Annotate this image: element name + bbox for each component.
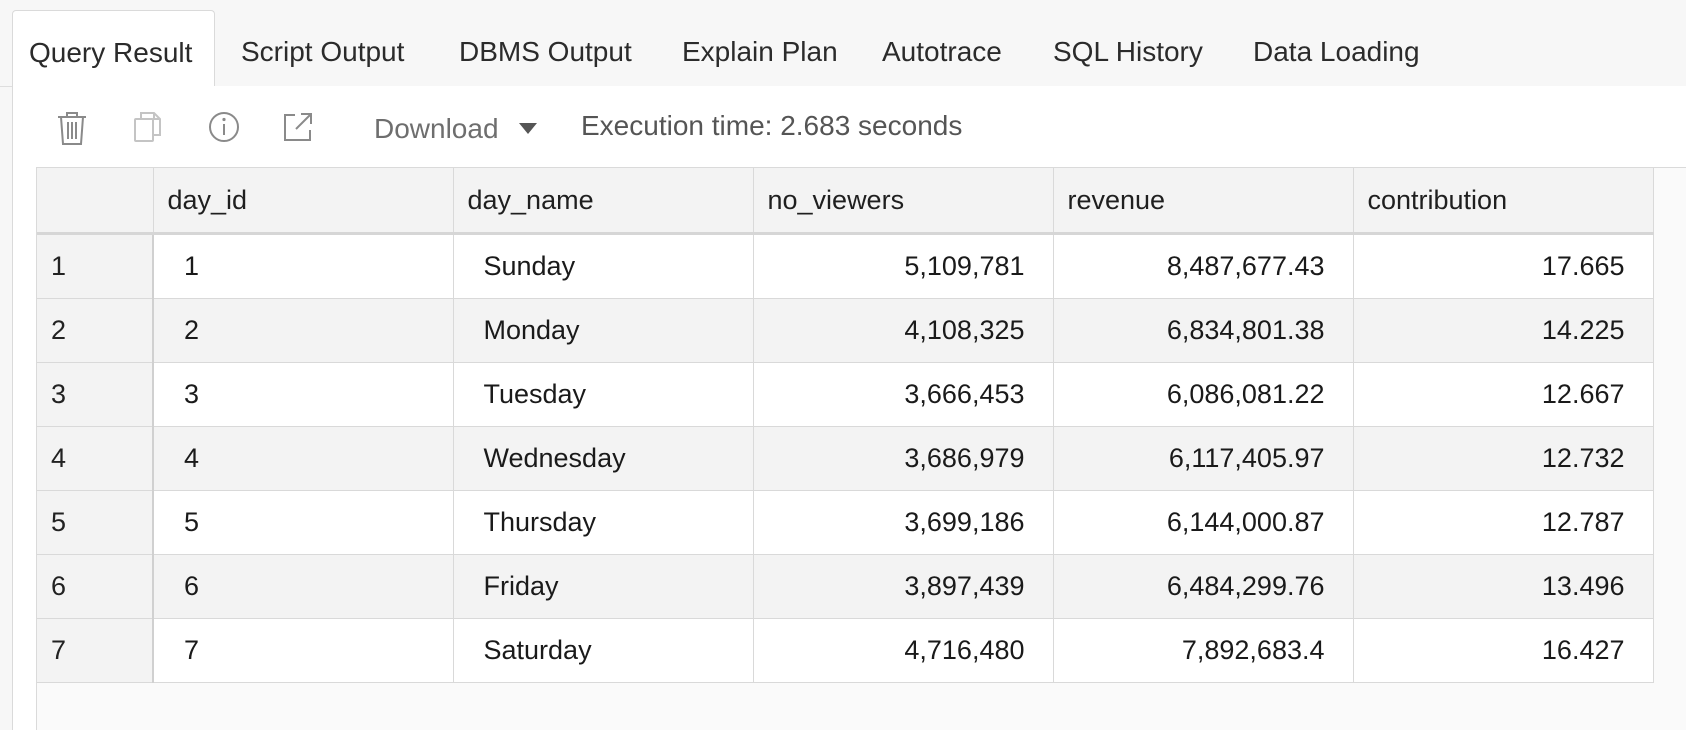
row-number-header	[37, 168, 154, 235]
column-header-day-id[interactable]: day_id	[153, 168, 454, 235]
cell-contribution[interactable]: 16.427	[1353, 618, 1654, 683]
column-header-no-viewers[interactable]: no_viewers	[753, 168, 1054, 235]
column-header-contribution[interactable]: contribution	[1353, 168, 1654, 235]
cell-day-name[interactable]: Friday	[453, 554, 754, 619]
row-number: 2	[37, 298, 154, 363]
cell-day-name[interactable]: Wednesday	[453, 426, 754, 491]
cell-no-viewers[interactable]: 3,699,186	[753, 490, 1054, 555]
table-row[interactable]: 6 6 Friday 3,897,439 6,484,299.76 13.496	[37, 554, 1654, 619]
table-row[interactable]: 3 3 Tuesday 3,666,453 6,086,081.22 12.66…	[37, 362, 1654, 427]
cell-contribution[interactable]: 12.667	[1353, 362, 1654, 427]
open-external-icon[interactable]	[281, 110, 315, 144]
cell-revenue[interactable]: 8,487,677.43	[1053, 233, 1354, 299]
tab-query-result[interactable]: Query Result	[12, 10, 215, 88]
cell-day-name[interactable]: Saturday	[453, 618, 754, 683]
cell-no-viewers[interactable]: 5,109,781	[753, 233, 1054, 299]
cell-day-id[interactable]: 5	[153, 490, 454, 555]
trash-icon[interactable]	[55, 110, 89, 145]
download-dropdown[interactable]: Download	[374, 113, 537, 145]
cell-day-name[interactable]: Sunday	[453, 233, 754, 299]
execution-time: Execution time: 2.683 seconds	[581, 110, 963, 141]
cell-revenue[interactable]: 6,086,081.22	[1053, 362, 1354, 427]
cell-revenue[interactable]: 6,834,801.38	[1053, 298, 1354, 363]
row-number: 3	[37, 362, 154, 427]
cell-day-name[interactable]: Tuesday	[453, 362, 754, 427]
cell-day-id[interactable]: 3	[153, 362, 454, 427]
tab-explain-plan[interactable]: Explain Plan	[682, 10, 838, 87]
table-row[interactable]: 4 4 Wednesday 3,686,979 6,117,405.97 12.…	[37, 426, 1654, 491]
cell-revenue[interactable]: 6,484,299.76	[1053, 554, 1354, 619]
cell-day-id[interactable]: 6	[153, 554, 454, 619]
cell-contribution[interactable]: 13.496	[1353, 554, 1654, 619]
table-row[interactable]: 7 7 Saturday 4,716,480 7,892,683.4 16.42…	[37, 618, 1654, 683]
cell-day-id[interactable]: 4	[153, 426, 454, 491]
tab-sql-history[interactable]: SQL History	[1053, 10, 1203, 87]
row-number: 7	[37, 618, 154, 683]
cell-contribution[interactable]: 14.225	[1353, 298, 1654, 363]
info-icon[interactable]	[207, 110, 241, 144]
tab-data-loading[interactable]: Data Loading	[1253, 10, 1420, 87]
tab-dbms-output[interactable]: DBMS Output	[459, 10, 632, 87]
cell-day-id[interactable]: 7	[153, 618, 454, 683]
cell-contribution[interactable]: 12.787	[1353, 490, 1654, 555]
row-number: 1	[37, 233, 154, 299]
cell-no-viewers[interactable]: 3,897,439	[753, 554, 1054, 619]
results-tab-bar: Query Result Script Output DBMS Output E…	[0, 0, 1686, 88]
row-number: 5	[37, 490, 154, 555]
tab-script-output[interactable]: Script Output	[241, 10, 404, 87]
cell-day-id[interactable]: 2	[153, 298, 454, 363]
results-grid: day_id day_name no_viewers revenue contr…	[36, 167, 1686, 730]
table-row[interactable]: 5 5 Thursday 3,699,186 6,144,000.87 12.7…	[37, 490, 1654, 555]
cell-day-id[interactable]: 1	[153, 233, 454, 299]
results-table: day_id day_name no_viewers revenue contr…	[37, 168, 1654, 683]
column-header-day-name[interactable]: day_name	[453, 168, 754, 235]
row-number: 4	[37, 426, 154, 491]
row-number: 6	[37, 554, 154, 619]
cell-revenue[interactable]: 6,117,405.97	[1053, 426, 1354, 491]
cell-no-viewers[interactable]: 3,666,453	[753, 362, 1054, 427]
table-row[interactable]: 2 2 Monday 4,108,325 6,834,801.38 14.225	[37, 298, 1654, 363]
column-header-revenue[interactable]: revenue	[1053, 168, 1354, 235]
chevron-down-icon	[518, 123, 537, 135]
cell-day-name[interactable]: Monday	[453, 298, 754, 363]
header-row: day_id day_name no_viewers revenue contr…	[37, 168, 1654, 235]
cell-contribution[interactable]: 17.665	[1353, 233, 1654, 299]
cell-no-viewers[interactable]: 3,686,979	[753, 426, 1054, 491]
tab-autotrace[interactable]: Autotrace	[882, 10, 1002, 87]
cell-contribution[interactable]: 12.732	[1353, 426, 1654, 491]
cell-no-viewers[interactable]: 4,108,325	[753, 298, 1054, 363]
copy-icon	[131, 110, 165, 144]
cell-revenue[interactable]: 7,892,683.4	[1053, 618, 1354, 683]
cell-day-name[interactable]: Thursday	[453, 490, 754, 555]
cell-no-viewers[interactable]: 4,716,480	[753, 618, 1054, 683]
download-label: Download	[374, 113, 499, 144]
cell-revenue[interactable]: 6,144,000.87	[1053, 490, 1354, 555]
table-row[interactable]: 1 1 Sunday 5,109,781 8,487,677.43 17.665	[37, 233, 1654, 299]
